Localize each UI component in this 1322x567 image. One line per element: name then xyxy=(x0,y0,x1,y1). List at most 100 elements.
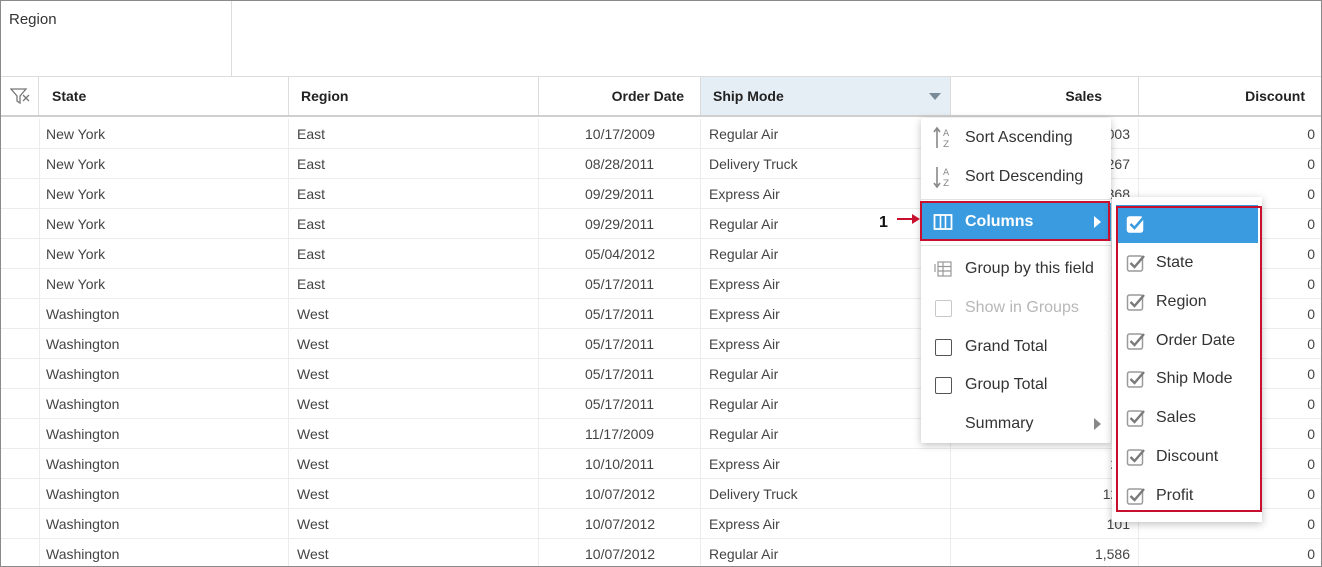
menu-label-grand-total: Grand Total xyxy=(965,338,1048,355)
row-selector[interactable] xyxy=(1,149,40,179)
column-toggle-state[interactable]: State xyxy=(1116,244,1258,282)
table-row[interactable]: New York East 10/17/2009 Regular Air 003 0 xyxy=(1,119,1321,149)
group-field-region[interactable]: Region xyxy=(1,1,232,77)
cell-order-date: 05/17/2011 xyxy=(539,299,701,329)
row-selector[interactable] xyxy=(1,389,40,419)
cell-state: Washington xyxy=(40,299,289,329)
cell-order-date: 05/17/2011 xyxy=(539,389,701,419)
checkbox-checked-icon[interactable] xyxy=(1116,292,1156,312)
column-header-state[interactable]: State xyxy=(40,77,289,115)
cell-ship-mode: Express Air xyxy=(701,449,951,479)
menu-item-sort-ascending[interactable]: AZ Sort Ascending xyxy=(921,119,1111,157)
menu-label-sort-descending: Sort Descending xyxy=(965,168,1084,185)
row-selector[interactable] xyxy=(1,269,40,299)
cell-order-date: 05/17/2011 xyxy=(539,359,701,389)
table-row[interactable]: Washington West 10/07/2012 Regular Air 1,586… xyxy=(1,539,1321,566)
cell-state: New York xyxy=(40,179,289,209)
row-selector[interactable] xyxy=(1,299,40,329)
svg-text:A: A xyxy=(943,168,950,178)
columns-icon xyxy=(921,213,965,231)
grand-total-checkbox[interactable] xyxy=(934,338,952,356)
grid-frame: Region State Region Order Date Ship Mode… xyxy=(0,0,1322,567)
cell-ship-mode: Express Air xyxy=(701,269,951,299)
row-selector[interactable] xyxy=(1,509,40,539)
select-all-checkbox-icon[interactable] xyxy=(1116,214,1156,234)
column-toggle-label: Ship Mode xyxy=(1156,370,1233,388)
checkbox-checked-icon[interactable] xyxy=(1116,369,1156,389)
column-toggle-label: State xyxy=(1156,254,1194,271)
cell-order-date: 10/07/2012 xyxy=(539,509,701,539)
cell-order-date: 08/28/2011 xyxy=(539,149,701,179)
column-toggle-order-date[interactable]: Order Date xyxy=(1116,322,1258,360)
menu-item-columns[interactable]: Columns xyxy=(921,203,1111,241)
cell-region: East xyxy=(289,239,539,269)
checkbox-checked-icon[interactable] xyxy=(1116,447,1156,467)
column-toggle-ship-mode[interactable]: Ship Mode xyxy=(1116,360,1258,398)
cell-region: East xyxy=(289,149,539,179)
column-header-ship-mode[interactable]: Ship Mode xyxy=(701,77,951,115)
menu-item-group-by[interactable]: Group by this field xyxy=(921,250,1111,288)
row-selector[interactable] xyxy=(1,209,40,239)
row-selector[interactable] xyxy=(1,479,40,509)
column-toggle-sales[interactable]: Sales xyxy=(1116,399,1258,437)
cell-region: East xyxy=(289,269,539,299)
cell-order-date: 09/29/2011 xyxy=(539,209,701,239)
checkbox-checked-icon[interactable] xyxy=(1116,331,1156,351)
checkbox-checked-icon[interactable] xyxy=(1116,408,1156,428)
cell-ship-mode: Delivery Truck xyxy=(701,479,951,509)
cell-state: Washington xyxy=(40,479,289,509)
row-selector[interactable] xyxy=(1,359,40,389)
submenu-arrow-icon xyxy=(1094,216,1101,228)
cell-region: West xyxy=(289,449,539,479)
row-selector[interactable] xyxy=(1,329,40,359)
menu-item-group-total[interactable]: Group Total xyxy=(921,366,1111,404)
column-header-order-date[interactable]: Order Date xyxy=(539,77,701,115)
checkbox-checked-icon[interactable] xyxy=(1116,253,1156,273)
column-header-region[interactable]: Region xyxy=(289,77,539,115)
cell-ship-mode: Express Air xyxy=(701,329,951,359)
menu-label-sort-ascending: Sort Ascending xyxy=(965,129,1073,146)
cell-region: East xyxy=(289,179,539,209)
column-toggle-discount[interactable]: Discount xyxy=(1116,438,1258,476)
row-selector[interactable] xyxy=(1,239,40,269)
filter-icon[interactable] xyxy=(1,77,39,115)
table-row[interactable]: New York East 08/28/2011 Delivery Truck 267 0 xyxy=(1,149,1321,179)
group-drop-zone: Region xyxy=(1,1,1321,77)
cell-sales: 2,0 xyxy=(951,449,1139,479)
row-selector[interactable] xyxy=(1,539,40,566)
column-header-sales[interactable]: Sales xyxy=(951,77,1139,115)
cell-sales: 1,586 xyxy=(951,539,1139,566)
cell-order-date: 10/17/2009 xyxy=(539,119,701,149)
row-selector[interactable] xyxy=(1,119,40,149)
cell-discount: 0 xyxy=(1307,126,1315,142)
cell-discount: 0 xyxy=(1307,546,1315,562)
column-toggle-profit[interactable]: Profit xyxy=(1116,477,1258,515)
column-header-ship-mode-label: Ship Mode xyxy=(713,88,784,104)
cell-ship-mode: Regular Air xyxy=(701,419,951,449)
checkbox-checked-icon[interactable] xyxy=(1116,486,1156,506)
cell-ship-mode: Express Air xyxy=(701,509,951,539)
select-all-columns[interactable] xyxy=(1116,205,1258,243)
cell-region: West xyxy=(289,479,539,509)
cell-order-date: 10/10/2011 xyxy=(539,449,701,479)
cell-order-date: 10/07/2012 xyxy=(539,479,701,509)
cell-region: East xyxy=(289,209,539,239)
sort-descending-icon: AZ xyxy=(921,165,965,189)
column-menu-dropdown-icon[interactable] xyxy=(920,77,950,115)
cell-ship-mode: Regular Air xyxy=(701,539,951,566)
column-header-discount[interactable]: Discount xyxy=(1139,77,1321,115)
menu-item-summary[interactable]: Summary xyxy=(921,405,1111,443)
svg-text:A: A xyxy=(943,129,950,139)
column-toggle-region[interactable]: Region xyxy=(1116,283,1258,321)
menu-item-grand-total[interactable]: Grand Total xyxy=(921,328,1111,366)
menu-item-sort-descending[interactable]: AZ Sort Descending xyxy=(921,158,1111,196)
row-selector[interactable] xyxy=(1,419,40,449)
cell-order-date: 09/29/2011 xyxy=(539,179,701,209)
cell-region: West xyxy=(289,389,539,419)
cell-state: Washington xyxy=(40,449,289,479)
row-selector[interactable] xyxy=(1,179,40,209)
menu-label-group-by: Group by this field xyxy=(965,260,1094,277)
group-total-checkbox[interactable] xyxy=(934,376,952,394)
cell-state: New York xyxy=(40,149,289,179)
row-selector[interactable] xyxy=(1,449,40,479)
